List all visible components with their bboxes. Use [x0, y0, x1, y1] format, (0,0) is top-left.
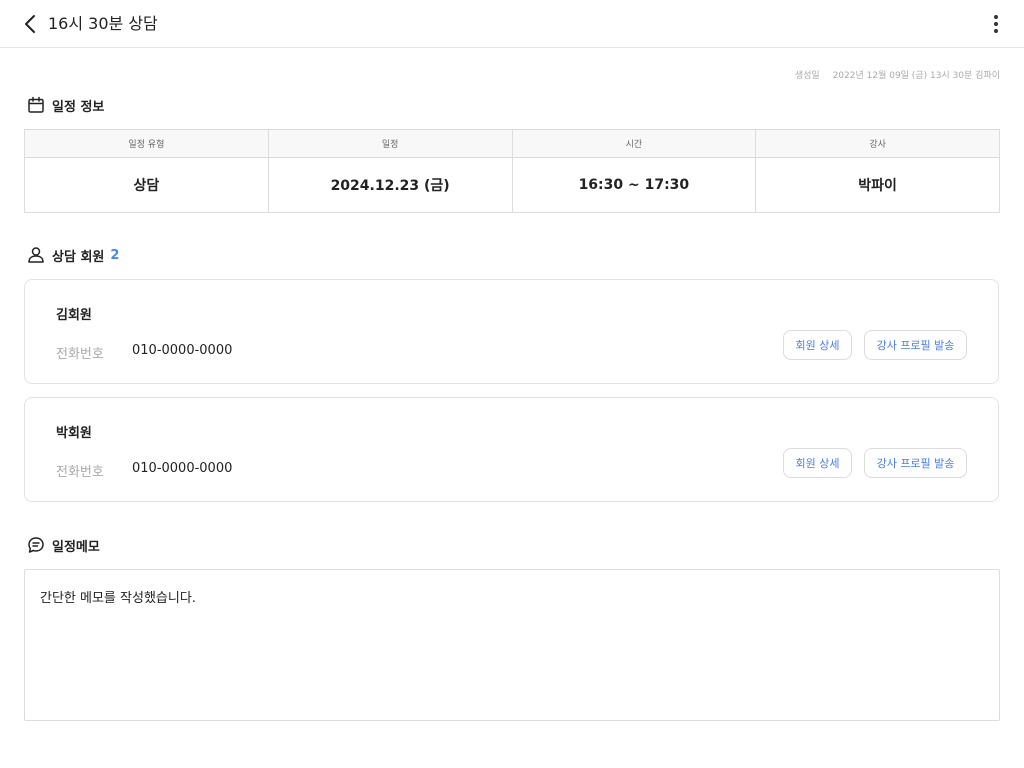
schedule-type-column: 일정 유형 상담 [25, 130, 269, 212]
schedule-info-title: 일정 정보 [52, 99, 105, 115]
user-icon [26, 245, 46, 265]
app-bar: 16시 30분 상담 [0, 0, 1024, 48]
created-label: 생성일 [794, 71, 820, 81]
schedule-instructor-value: 박파이 [858, 178, 897, 194]
member-name: 김회원 [56, 308, 92, 323]
member-phone: 010-0000-0000 [132, 461, 233, 476]
members-header: 상담 회원 2 [26, 245, 119, 265]
schedule-table: 일정 유형 상담 일정 2024.12.23 (금) 시간 16:30 ~ 17… [24, 129, 1000, 213]
schedule-time-header: 시간 [512, 130, 756, 158]
back-button[interactable] [16, 10, 44, 38]
member-detail-button[interactable]: 회원 상세 [783, 330, 852, 360]
created-info: 생성일 2022년 12월 09일 (금) 13시 30분 김파이 [795, 68, 1000, 81]
member-phone-label: 전화번호 [56, 347, 104, 362]
members-title: 상담 회원 [52, 249, 105, 265]
member-phone-label: 전화번호 [56, 465, 104, 480]
schedule-instructor-header: 강사 [756, 130, 999, 158]
member-phone: 010-0000-0000 [132, 343, 233, 358]
schedule-date-column: 일정 2024.12.23 (금) [268, 130, 513, 212]
members-count: 2 [110, 247, 120, 263]
schedule-type-value: 상담 [133, 178, 160, 194]
chat-bubble-icon [26, 535, 46, 555]
created-value: 2022년 12월 09일 (금) 13시 30분 김파이 [832, 71, 1000, 81]
memo-title: 일정메모 [52, 539, 100, 555]
page-title: 16시 30분 상담 [48, 14, 158, 33]
schedule-type-header: 일정 유형 [25, 130, 268, 158]
send-instructor-profile-button[interactable]: 강사 프로필 발송 [864, 448, 967, 478]
schedule-date-header: 일정 [268, 130, 512, 158]
more-menu-button[interactable] [982, 10, 1010, 38]
schedule-instructor-column: 강사 박파이 [756, 130, 999, 212]
member-card: 박회원 전화번호 010-0000-0000 회원 상세 강사 프로필 발송 [24, 397, 999, 502]
member-detail-button[interactable]: 회원 상세 [783, 448, 852, 478]
member-name: 박회원 [56, 426, 92, 441]
chevron-left-icon [25, 15, 35, 33]
calendar-icon [26, 95, 46, 115]
memo-content[interactable]: 간단한 메모를 작성했습니다. [24, 569, 1000, 721]
schedule-time-value: 16:30 ~ 17:30 [578, 177, 690, 193]
memo-header: 일정메모 [26, 535, 100, 555]
member-card: 김회원 전화번호 010-0000-0000 회원 상세 강사 프로필 발송 [24, 279, 999, 384]
schedule-date-value: 2024.12.23 (금) [330, 178, 450, 194]
send-instructor-profile-button[interactable]: 강사 프로필 발송 [864, 330, 967, 360]
schedule-info-header: 일정 정보 [26, 95, 104, 115]
more-vertical-icon [994, 15, 998, 33]
schedule-time-column: 시간 16:30 ~ 17:30 [512, 130, 757, 212]
